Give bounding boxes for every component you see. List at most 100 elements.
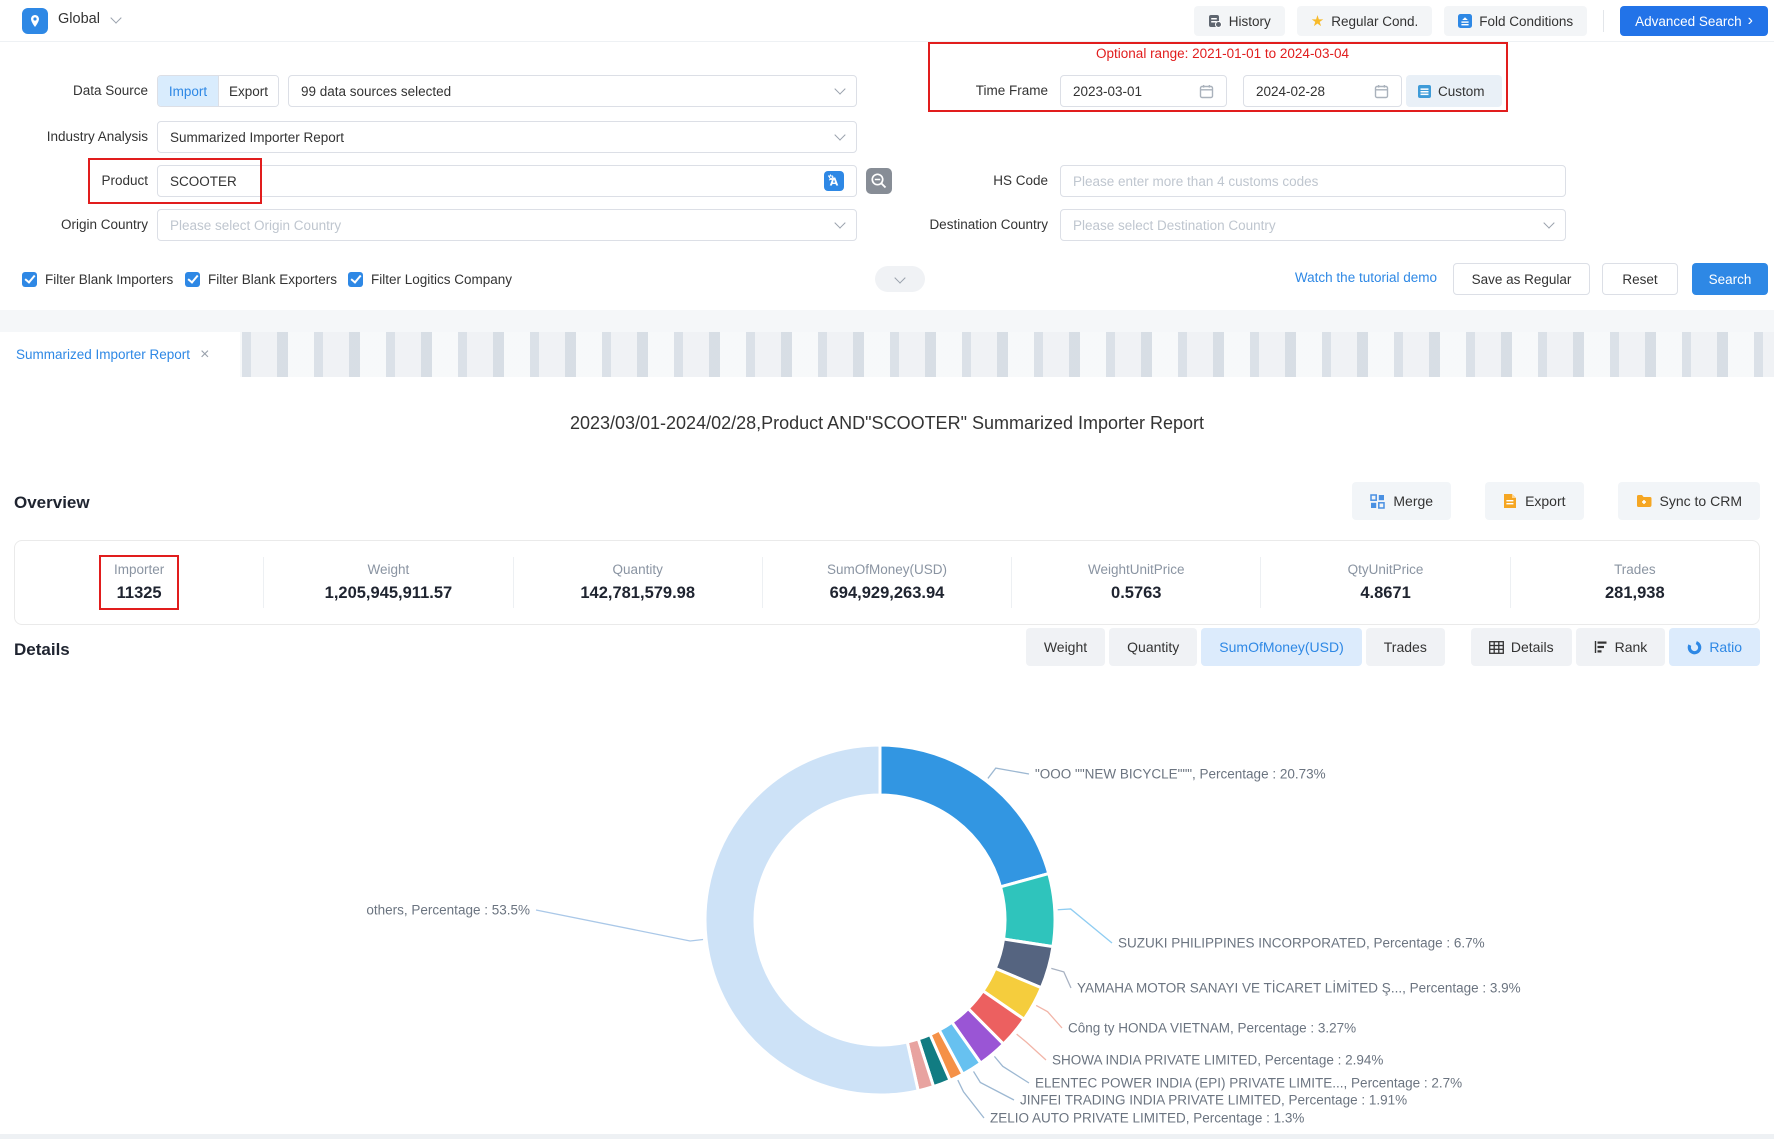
data-source-label: Data Source — [0, 83, 148, 98]
slice-label: SHOWA INDIA PRIVATE LIMITED, Percentage … — [1052, 1053, 1383, 1068]
label-leader-line — [988, 768, 1029, 778]
stat-value: 142,781,579.98 — [580, 584, 695, 603]
chevron-down-icon[interactable] — [110, 12, 121, 23]
stat-quantity: Quantity142,781,579.98 — [513, 557, 762, 608]
import-tab[interactable]: Import — [158, 76, 218, 106]
label-leader-line — [974, 1071, 1014, 1100]
save-as-regular-button[interactable]: Save as Regular — [1453, 263, 1590, 295]
label-leader-line — [1051, 968, 1071, 988]
merge-icon — [1370, 494, 1385, 509]
label-leader-line — [1058, 909, 1112, 943]
stat-label: QtyUnitPrice — [1348, 562, 1424, 577]
label-leader-line — [536, 910, 703, 941]
tutorial-link[interactable]: Watch the tutorial demo — [1260, 270, 1437, 285]
next-section-edge — [0, 1134, 1774, 1139]
donut-chart-icon — [1687, 640, 1702, 655]
destination-country-select[interactable]: Please select Destination Country — [1060, 209, 1566, 241]
checkbox-checked-icon — [348, 272, 363, 287]
metric-weight[interactable]: Weight — [1026, 628, 1105, 666]
history-icon — [1208, 14, 1222, 28]
stat-label: Trades — [1605, 562, 1665, 577]
fold-icon — [1458, 14, 1472, 28]
calendar-icon[interactable] — [1199, 84, 1214, 99]
stat-value: 1,205,945,911.57 — [325, 584, 453, 603]
translate-icon[interactable]: A — [824, 171, 844, 191]
importer-ratio-donut-chart: "OOO ""NEW BICYCLE""", Percentage : 20.7… — [0, 677, 1774, 1139]
label-leader-line — [958, 1080, 984, 1118]
donut-slice[interactable] — [1001, 874, 1055, 947]
reset-button[interactable]: Reset — [1602, 263, 1678, 295]
sync-to-crm-button[interactable]: Sync to CRM — [1618, 482, 1760, 520]
stat-label: SumOfMoney(USD) — [827, 562, 947, 577]
stat-qtyunitprice: QtyUnitPrice 4.8671 — [1260, 557, 1509, 608]
custom-range-button[interactable]: Custom — [1406, 75, 1502, 107]
stat-value: 4.8671 — [1348, 584, 1424, 603]
slice-label: others, Percentage : 53.5% — [366, 903, 530, 918]
slice-label: Công ty HONDA VIETNAM, Percentage : 3.27… — [1068, 1021, 1356, 1036]
view-rank-button[interactable]: Rank — [1576, 628, 1666, 666]
date-from-input[interactable]: 2023-03-01 — [1060, 75, 1227, 107]
region-selector[interactable]: Global — [58, 11, 100, 27]
export-tab[interactable]: Export — [218, 76, 278, 106]
fuzzy-search-icon[interactable] — [866, 168, 892, 199]
filter-blank-importers-checkbox[interactable]: Filter Blank Importers — [22, 266, 173, 292]
rank-icon — [1594, 640, 1608, 654]
metric-sumofmoney-usd-[interactable]: SumOfMoney(USD) — [1201, 628, 1361, 666]
optional-range-hint: Optional range: 2021-01-01 to 2024-03-04 — [935, 46, 1510, 61]
hs-code-label: HS Code — [900, 173, 1048, 188]
donut-slice[interactable] — [880, 745, 1049, 887]
stat-sumofmoney-usd-: SumOfMoney(USD) 694,929,263.94 — [762, 557, 1011, 608]
origin-country-select[interactable]: Please select Origin Country — [157, 209, 857, 241]
filter-logistics-company-checkbox[interactable]: Filter Logitics Company — [348, 266, 512, 292]
overview-stats-card: Importer11325Weight1,205,945,911.57Quant… — [14, 540, 1760, 625]
tab-summarized-importer-report[interactable]: Summarized Importer Report × — [0, 332, 240, 377]
filter-blank-exporters-checkbox[interactable]: Filter Blank Exporters — [185, 266, 337, 292]
export-file-icon — [1503, 493, 1517, 509]
stat-weightunitprice: WeightUnitPrice0.5763 — [1011, 557, 1260, 608]
chevron-right-icon: › — [1748, 13, 1753, 29]
data-sources-select[interactable]: 99 data sources selected — [288, 75, 857, 107]
export-button[interactable]: Export — [1485, 482, 1583, 520]
slice-label: ZELIO AUTO PRIVATE LIMITED, Percentage :… — [990, 1111, 1304, 1126]
slice-label: "OOO ""NEW BICYCLE""", Percentage : 20.7… — [1035, 767, 1326, 782]
table-icon — [1489, 641, 1504, 654]
stat-label: WeightUnitPrice — [1088, 562, 1185, 577]
tab-bar: Summarized Importer Report × — [0, 332, 1774, 377]
advanced-search-button[interactable]: Advanced Search › — [1620, 6, 1768, 36]
details-toolbar: WeightQuantitySumOfMoney(USD)Trades Deta… — [1026, 628, 1760, 666]
industry-analysis-select[interactable]: Summarized Importer Report — [157, 121, 857, 153]
label-leader-line — [1036, 1005, 1062, 1028]
search-button[interactable]: Search — [1692, 263, 1768, 295]
donut-slice[interactable] — [705, 745, 918, 1095]
merge-button[interactable]: Merge — [1352, 482, 1451, 520]
product-input[interactable]: SCOOTER A — [157, 165, 857, 197]
expand-filters-button[interactable] — [875, 266, 925, 292]
history-button[interactable]: History — [1194, 6, 1285, 36]
stat-value: 694,929,263.94 — [827, 584, 947, 603]
hs-code-input[interactable]: Please enter more than 4 customs codes — [1060, 165, 1566, 197]
divider — [1603, 10, 1604, 32]
view-ratio-button[interactable]: Ratio — [1669, 628, 1760, 666]
calendar-icon[interactable] — [1374, 84, 1389, 99]
svg-text:A: A — [830, 176, 839, 189]
overview-heading: Overview — [14, 493, 90, 513]
view-details-button[interactable]: Details — [1471, 628, 1572, 666]
app-window: Global History ★ Regular Cond. Fold Cond… — [0, 0, 1774, 1139]
page-gap — [0, 310, 1774, 332]
metric-quantity[interactable]: Quantity — [1109, 628, 1197, 666]
slice-label: YAMAHA MOTOR SANAYI VE TİCARET LİMİTED Ş… — [1077, 981, 1521, 996]
metric-trades[interactable]: Trades — [1366, 628, 1445, 666]
region-pin-icon[interactable] — [22, 8, 48, 34]
report-panel: 2023/03/01-2024/02/28,Product AND"SCOOTE… — [0, 377, 1774, 1139]
product-label: Product — [0, 173, 148, 188]
destination-country-label: Destination Country — [880, 217, 1048, 232]
chevron-down-icon — [894, 272, 905, 283]
regular-cond-button[interactable]: ★ Regular Cond. — [1297, 6, 1433, 36]
slice-label: ELENTEC POWER INDIA (EPI) PRIVATE LIMITE… — [1035, 1076, 1462, 1091]
date-to-input[interactable]: 2024-02-28 — [1243, 75, 1402, 107]
fold-conditions-button[interactable]: Fold Conditions — [1444, 6, 1587, 36]
close-icon[interactable]: × — [200, 346, 209, 364]
chevron-down-icon — [1543, 217, 1554, 228]
stat-value: 281,938 — [1605, 584, 1665, 603]
details-heading: Details — [14, 640, 70, 660]
